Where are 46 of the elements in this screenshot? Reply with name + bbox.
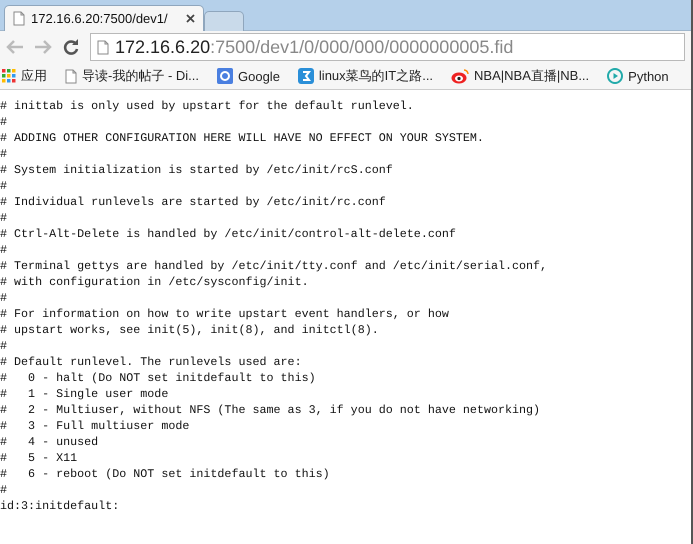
address-bar[interactable]: 172.16.6.20:7500/dev1/0/000/000/0000000005.fid <box>90 33 685 61</box>
text-line: # 0 - halt (Do NOT set initdefault to this) <box>0 370 317 386</box>
eye-logo-icon <box>451 68 470 84</box>
text-line: # Individual runlevels are started by /etc/init/rc.conf <box>0 194 387 210</box>
text-line: # Default runlevel. The runlevels used are: <box>0 354 303 370</box>
bookmark[interactable]: NBA|NBA直播|NB... <box>451 67 590 85</box>
text-line: # upstart works, see init(5), init(8), and initctl(8). <box>0 322 380 338</box>
text-line: # 1 - Single user mode <box>0 386 170 402</box>
text-line: # <box>0 210 8 226</box>
text-line: # Ctrl-Alt-Delete is handled by /etc/init/control-alt-delete.conf <box>0 226 457 242</box>
text-line: # <box>0 482 8 498</box>
text-line: # <box>0 242 8 258</box>
bookmark[interactable]: Python <box>607 68 669 84</box>
forward-icon[interactable] <box>34 39 52 55</box>
reload-icon[interactable] <box>62 38 80 56</box>
text-line: # 6 - reboot (Do NOT set initdefault to this) <box>0 466 331 482</box>
apps-grid-icon <box>2 69 16 83</box>
text-line: id:3:initdefault: <box>0 498 120 514</box>
text-line: # <box>0 114 8 130</box>
page-icon <box>65 68 77 84</box>
text-line: # 5 - X11 <box>0 450 78 466</box>
browser-tab[interactable] <box>204 11 244 31</box>
text-line: # System initialization is started by /etc/init/rcS.conf <box>0 162 394 178</box>
browser-tab[interactable]: 172.16.6.20:7500/dev1/ <box>4 5 204 31</box>
text-line: # inittab is only used by upstart for the default runlevel. <box>0 98 415 114</box>
back-icon[interactable] <box>6 39 24 55</box>
bookmark[interactable]: Google <box>217 68 280 84</box>
page-icon <box>13 11 25 26</box>
text-line: # 2 - Multiuser, without NFS (The same as 3, if you do not have networking) <box>0 402 542 418</box>
text-line: # <box>0 338 8 354</box>
bookmark[interactable]: linux菜鸟的IT之路... <box>298 67 434 85</box>
square-icon <box>298 68 314 84</box>
text-line: # Terminal gettys are handled by /etc/init/tty.conf and /etc/init/serial.conf, <box>0 258 548 274</box>
g-letter-icon <box>217 68 233 84</box>
text-line: # <box>0 146 8 162</box>
bookmark[interactable]: 导读-我的帖子 - Di... <box>65 67 199 85</box>
text-line: # 4 - unused <box>0 434 100 450</box>
play-circle-icon <box>607 68 624 84</box>
bookmark[interactable]: 应用 <box>2 67 47 85</box>
text-line: # For information on how to write upstart event handlers, or how <box>0 306 450 322</box>
text-line: # <box>0 290 8 306</box>
text-line: # 3 - Full multiuser mode <box>0 418 190 434</box>
text-line: # ADDING OTHER CONFIGURATION HERE WILL HAVE NO EFFECT ON YOUR SYSTEM. <box>0 130 485 146</box>
text-line: # <box>0 178 8 194</box>
text-line: # with configuration in /etc/sysconfig/init. <box>0 274 310 290</box>
close-icon[interactable] <box>186 14 195 23</box>
